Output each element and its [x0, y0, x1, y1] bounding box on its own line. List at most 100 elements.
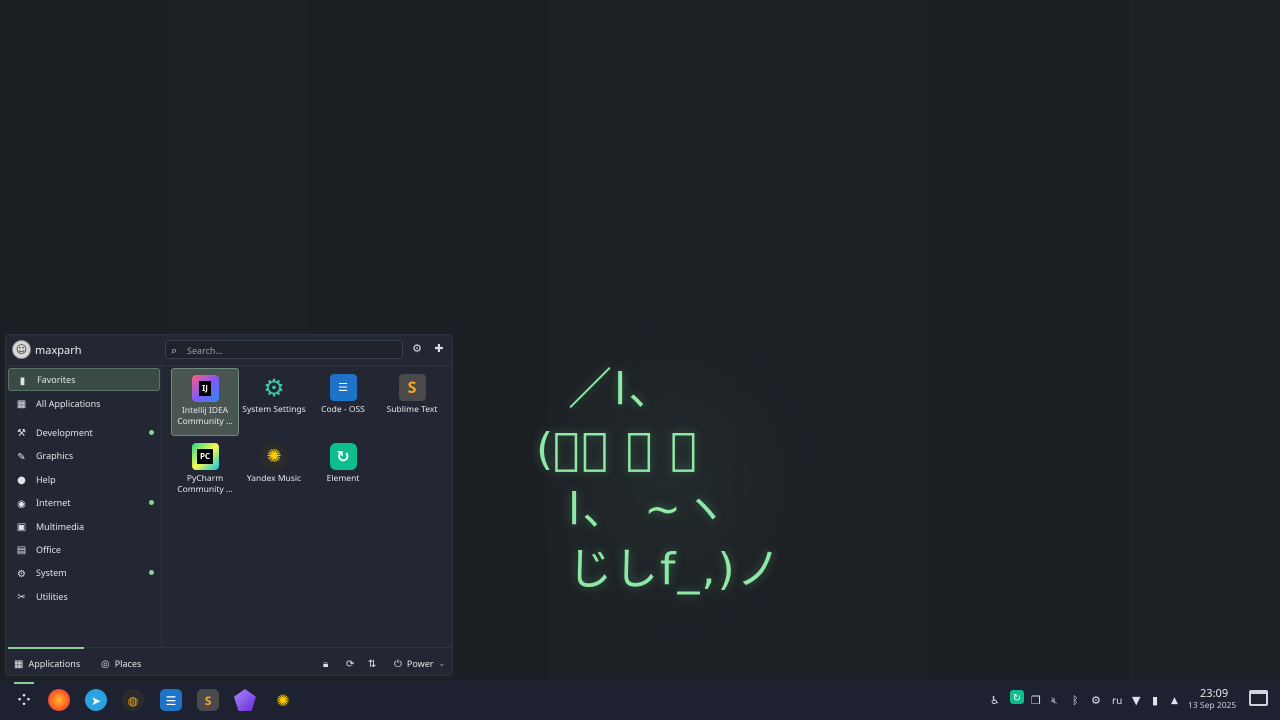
sidebar-item-development[interactable]: ⚒ Development [8, 421, 160, 444]
sidebar-item-label: Multimedia [36, 519, 85, 533]
sidebar-item-label: All Applications [36, 396, 101, 410]
graphics-icon: ✎ [17, 448, 26, 463]
app-pycharm[interactable]: PC PyCharm Community ... [171, 437, 239, 505]
sidebar-divider [161, 366, 162, 647]
restart-icon[interactable]: ⟳ [346, 656, 354, 670]
keyboard-layout[interactable]: ru [1112, 693, 1122, 707]
sidebar-item-all-applications[interactable]: ▦ All Applications [8, 391, 160, 414]
grid-icon: ▦ [14, 656, 24, 670]
code-oss-icon[interactable]: ☰ [160, 689, 182, 711]
settings-tray-icon[interactable]: ⚙ [1091, 693, 1101, 708]
switch-user-icon[interactable]: ⇅ [368, 656, 376, 670]
launcher-header: ☺ maxparh ⌕ ⚙ ✚ [6, 335, 452, 365]
app-label: Sublime Text [386, 404, 438, 415]
category-sidebar: ▮ Favorites ▦ All Applications ⚒ Develop… [8, 368, 160, 608]
clipboard-icon[interactable]: ❐ [1031, 693, 1041, 708]
tab-label: Places [114, 656, 142, 670]
app-system-settings[interactable]: ⚙ System Settings [240, 368, 308, 436]
power-icon: ⏻ [394, 656, 402, 670]
sidebar-item-office[interactable]: ▤ Office [8, 538, 160, 561]
show-desktop-icon[interactable] [1249, 690, 1268, 706]
power-button[interactable]: ⏻ Power ⌄ [394, 649, 445, 677]
obsidian-icon[interactable] [234, 689, 256, 711]
accessibility-icon[interactable]: ♿︎ [990, 693, 1000, 708]
intellij-icon: IJ [191, 375, 219, 402]
search-field[interactable]: ⌕ [165, 340, 403, 359]
launcher-footer: ▦ Applications ◎ Places 🔒︎ ⟳ ⇅ ⏻ Power ⌄ [6, 647, 452, 677]
sidebar-item-help[interactable]: ● Help [8, 468, 160, 491]
app-label: Element [326, 473, 360, 484]
sublime-icon[interactable]: S [197, 689, 219, 711]
sidebar-item-label: Office [36, 542, 61, 556]
sidebar-item-label: Development [36, 425, 93, 439]
search-input[interactable] [185, 342, 399, 359]
system-settings-icon: ⚙ [263, 371, 285, 404]
new-apps-dot [149, 570, 154, 576]
taskbar: ⁘ ➤ ◍ ☰ S ✺ ♿︎ ↻ ❐ 🔇︎ ᛒ ⚙ ru ▼ ▮ ▲ 23:09… [0, 680, 1280, 720]
firefox-icon[interactable] [48, 689, 70, 711]
tab-applications[interactable]: ▦ Applications [7, 647, 85, 677]
app-launcher-icon[interactable]: ⁘ [13, 689, 35, 711]
new-apps-dot [149, 429, 154, 435]
sublime-icon: S [398, 374, 426, 401]
sidebar-item-utilities[interactable]: ✂ Utilities [8, 585, 160, 608]
bookmark-icon: ▮ [19, 372, 26, 387]
sidebar-item-label: Utilities [36, 589, 68, 603]
pin-icon[interactable]: ✚ [432, 342, 446, 356]
sidebar-item-label: Favorites [37, 373, 76, 387]
app-label: PyCharm Community ... [177, 473, 233, 495]
cat-ascii-art: ／l、 (ﾟ､ 。 ７ l、 ~ヽ じしf_,)ノ [536, 364, 783, 595]
sidebar-item-graphics[interactable]: ✎ Graphics [8, 444, 160, 467]
element-icon: ↻ [329, 443, 357, 470]
grid-icon: ▦ [16, 396, 27, 411]
clock-date[interactable]: 13 Sep 2025 [1188, 700, 1236, 711]
office-icon: ▤ [16, 542, 27, 557]
development-icon: ⚒ [17, 425, 26, 440]
browser-icon[interactable]: ◍ [122, 689, 144, 711]
yandex-music-icon: ✺ [260, 443, 288, 470]
username: maxparh [35, 343, 82, 358]
pycharm-icon: PC [191, 443, 219, 470]
app-yandex-music[interactable]: ✺ Yandex Music [240, 437, 308, 505]
settings-icon[interactable]: ⚙ [410, 342, 424, 356]
compass-icon: ◎ [101, 656, 110, 670]
utilities-icon: ✂ [17, 589, 26, 604]
sidebar-item-label: System [36, 566, 67, 580]
telegram-icon[interactable]: ➤ [85, 689, 107, 711]
wifi-icon[interactable]: ▼ [1132, 693, 1140, 708]
app-label: Intellij IDEA Community ... [177, 405, 233, 427]
element-tray-icon[interactable]: ↻ [1010, 690, 1024, 704]
search-icon: ⌕ [171, 343, 178, 358]
wallpaper-stripe [1130, 0, 1280, 680]
tab-places[interactable]: ◎ Places [101, 649, 141, 677]
user-avatar[interactable]: ☺ [12, 340, 31, 359]
sidebar-item-label: Internet [36, 496, 71, 510]
tab-label: Applications [28, 656, 81, 670]
chevron-up-icon[interactable]: ▲ [1171, 693, 1178, 706]
sidebar-item-label: Help [36, 472, 56, 486]
sidebar-item-favorites[interactable]: ▮ Favorites [8, 368, 160, 392]
app-element[interactable]: ↻ Element [309, 437, 377, 505]
application-launcher: ☺ maxparh ⌕ ⚙ ✚ ▮ Favorites ▦ All Applic… [5, 334, 453, 676]
sidebar-item-internet[interactable]: ◉ Internet [8, 491, 160, 514]
volume-muted-icon[interactable]: 🔇︎ [1051, 693, 1058, 708]
app-code-oss[interactable]: ☰ Code - OSS [309, 368, 377, 436]
globe-icon: ◉ [17, 495, 26, 510]
chevron-down-icon: ⌄ [438, 657, 446, 669]
app-label: Code - OSS [321, 404, 365, 415]
app-intellij-idea[interactable]: IJ Intellij IDEA Community ... [171, 368, 239, 436]
bluetooth-icon[interactable]: ᛒ [1072, 693, 1079, 708]
app-label: System Settings [242, 404, 306, 415]
app-sublime-text[interactable]: S Sublime Text [378, 368, 446, 436]
active-indicator [14, 682, 34, 684]
code-oss-icon: ☰ [329, 374, 357, 401]
sidebar-item-multimedia[interactable]: ▣ Multimedia [8, 514, 160, 537]
clock-time[interactable]: 23:09 [1200, 686, 1228, 701]
yandex-music-icon[interactable]: ✺ [272, 689, 294, 711]
gear-icon: ⚙ [17, 565, 26, 580]
sidebar-item-system[interactable]: ⚙ System [8, 561, 160, 584]
lock-icon[interactable]: 🔒︎ [323, 656, 328, 670]
multimedia-icon: ▣ [16, 519, 27, 534]
battery-icon[interactable]: ▮ [1152, 693, 1158, 708]
help-icon: ● [17, 472, 26, 487]
